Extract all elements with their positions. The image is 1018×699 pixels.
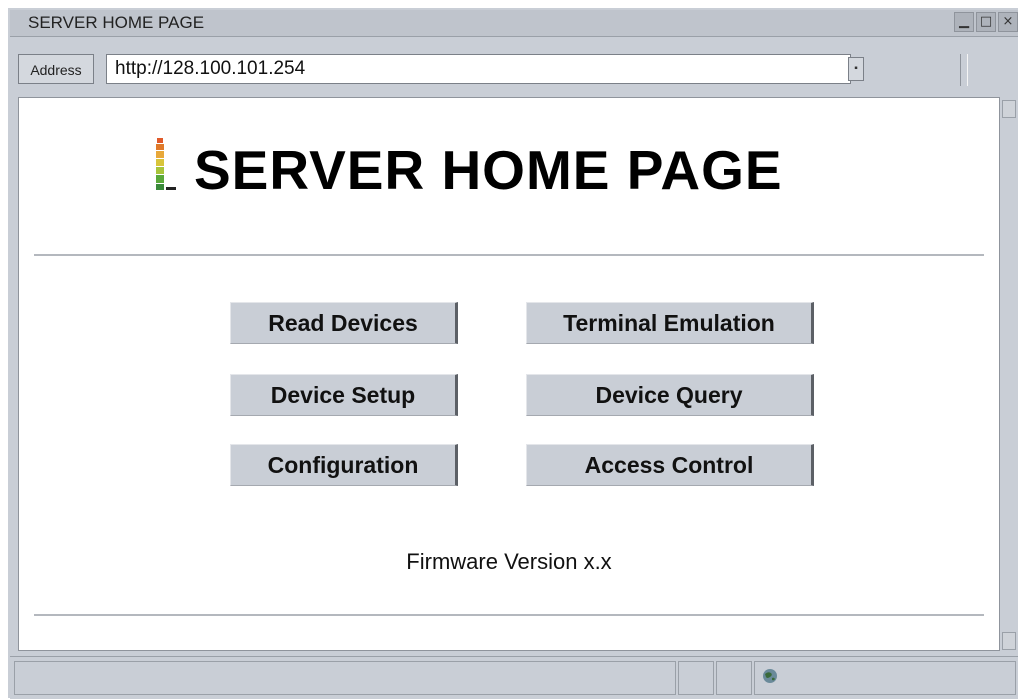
maximize-icon[interactable]: □ <box>976 12 996 32</box>
window-title: SERVER HOME PAGE <box>28 13 205 32</box>
address-bar: Address http://128.100.101.254 ▪ <box>10 40 1018 88</box>
address-input[interactable]: http://128.100.101.254 <box>106 54 851 84</box>
scroll-up-icon[interactable] <box>1002 100 1016 118</box>
status-text-cell <box>14 661 676 695</box>
top-divider <box>34 254 984 256</box>
signal-level-logo-icon <box>156 138 176 190</box>
globe-icon <box>763 669 777 683</box>
read-devices-button[interactable]: Read Devices <box>230 302 458 344</box>
page-title: SERVER HOME PAGE <box>194 139 783 201</box>
status-cell <box>678 661 714 695</box>
terminal-emulation-button[interactable]: Terminal Emulation <box>526 302 814 344</box>
scroll-down-icon[interactable] <box>1002 632 1016 650</box>
access-control-button[interactable]: Access Control <box>526 444 814 486</box>
configuration-button[interactable]: Configuration <box>230 444 458 486</box>
status-bar <box>10 656 1018 699</box>
dropdown-arrow-icon[interactable]: ▪ <box>848 57 864 81</box>
title-bar: SERVER HOME PAGE ▁ □ × <box>10 10 1018 37</box>
bottom-divider <box>34 614 984 616</box>
device-setup-button[interactable]: Device Setup <box>230 374 458 416</box>
close-icon[interactable]: × <box>998 12 1018 32</box>
device-query-button[interactable]: Device Query <box>526 374 814 416</box>
status-cell <box>716 661 752 695</box>
address-label: Address <box>18 54 94 84</box>
window-controls: ▁ □ × <box>954 12 1018 32</box>
firmware-version: Firmware Version x.x <box>406 549 612 574</box>
toolbar-separator <box>960 54 968 86</box>
minimize-icon[interactable]: ▁ <box>954 12 974 32</box>
security-zone-cell <box>754 661 1016 695</box>
